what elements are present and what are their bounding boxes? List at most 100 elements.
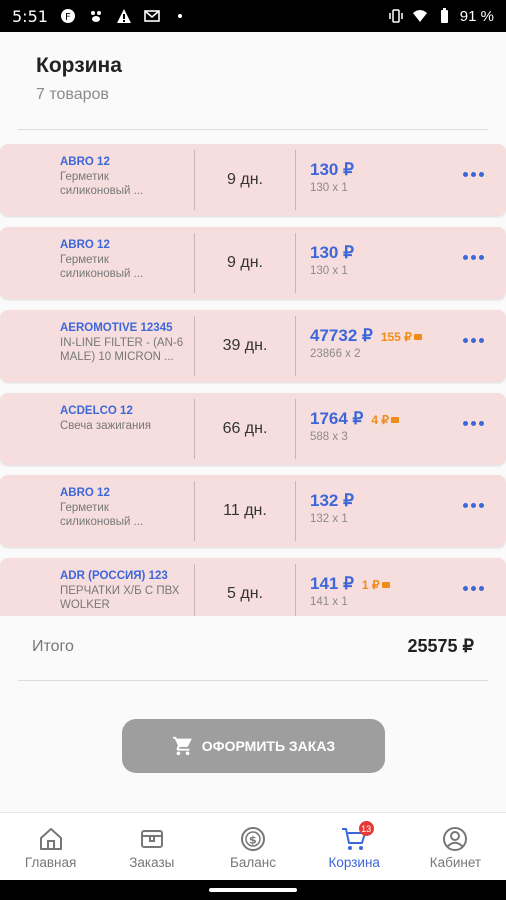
item-brand: ABRO 12 (60, 487, 110, 499)
cart-list[interactable]: ABRO 12 Герметик силиконовый ... 9 дн. 1… (0, 140, 506, 616)
battery-level: 91 % (459, 7, 494, 25)
tab-label: Корзина (328, 855, 380, 870)
column-separator (194, 399, 195, 459)
home-gesture-handle[interactable] (209, 888, 297, 892)
item-bonus: 1 ₽ (362, 578, 390, 592)
item-bonus: 155 ₽ (381, 330, 422, 344)
item-brand: ABRO 12 (60, 239, 110, 251)
column-separator (194, 150, 195, 210)
item-description: ПЕРЧАТКИ Х/Б С ПВХ (60, 585, 180, 597)
system-navigation-bar (0, 880, 506, 900)
more-options-icon[interactable] (463, 503, 484, 508)
tab-label: Заказы (129, 855, 175, 870)
item-delivery-days: 9 дн. (227, 254, 263, 271)
paw-notification-icon (90, 11, 101, 22)
column-separator (194, 564, 195, 616)
item-quantity: 141 x 1 (310, 596, 348, 608)
checkout-button[interactable]: ОФОРМИТЬ ЗАКАЗ (122, 719, 385, 773)
status-time: 5:51 (12, 6, 48, 26)
item-description: Герметик (60, 502, 109, 514)
divider (18, 129, 488, 130)
cart-item[interactable]: ABRO 12 Герметик силиконовый ... 9 дн. 1… (0, 144, 506, 216)
item-quantity: 130 x 1 (310, 182, 348, 194)
column-separator (194, 233, 195, 293)
item-description: WOLKER (60, 599, 110, 611)
item-description: IN-LINE FILTER - (AN-6 (60, 337, 184, 349)
item-delivery-days: 9 дн. (227, 171, 263, 188)
battery-icon (440, 8, 448, 23)
divider (18, 680, 488, 681)
item-brand: ADR (РОССИЯ) 123 (60, 570, 168, 582)
item-quantity: 132 x 1 (310, 513, 348, 525)
item-delivery-days: 39 дн. (222, 337, 268, 354)
total-value: 25575 ₽ (407, 636, 474, 656)
item-quantity: 23866 x 2 (310, 348, 361, 360)
tab-profile[interactable]: Кабинет (405, 813, 506, 880)
column-separator (194, 316, 195, 376)
more-options-icon[interactable] (463, 586, 484, 591)
bonus-wallet-icon (413, 334, 422, 340)
wifi-icon (412, 10, 427, 22)
item-price: 141 ₽ (310, 574, 354, 593)
item-delivery-days: 11 дн. (223, 502, 267, 519)
item-price: 132 ₽ (310, 491, 354, 510)
item-description: Герметик (60, 171, 109, 183)
profile-icon (443, 827, 468, 851)
item-delivery-days: 66 дн. (222, 420, 268, 437)
status-bar: 5:51 F 91 % (0, 0, 506, 32)
bottom-tab-bar: Главная Заказы $ Баланс 13 Корзина Кабин… (0, 812, 506, 880)
column-separator (295, 399, 296, 459)
vibrate-icon (389, 9, 403, 23)
cart-icon (172, 736, 192, 756)
app-notification-icon: F (60, 9, 75, 23)
item-price: 1764 ₽ (310, 409, 364, 428)
cart-item[interactable]: ABRO 12 Герметик силиконовый ... 11 дн. … (0, 475, 506, 547)
tab-balance[interactable]: $ Баланс (202, 813, 303, 880)
column-separator (295, 481, 296, 541)
tab-label: Баланс (230, 855, 276, 870)
column-separator (295, 150, 296, 210)
item-brand: AEROMOTIVE 12345 (60, 322, 173, 334)
more-options-icon[interactable] (463, 172, 484, 177)
cart-item[interactable]: AEROMOTIVE 12345 IN-LINE FILTER - (AN-6 … (0, 310, 506, 382)
items-count: 7 товаров (36, 86, 109, 103)
balance-icon: $ (241, 827, 265, 851)
item-brand: ACDELCO 12 (60, 405, 133, 417)
home-icon (39, 828, 62, 850)
item-description: Герметик (60, 254, 109, 266)
item-price: 130 ₽ (310, 243, 354, 262)
page-title: Корзина (36, 54, 122, 77)
item-description: Свеча зажигания (60, 420, 152, 432)
tab-label: Главная (24, 855, 77, 870)
bonus-wallet-icon (381, 582, 390, 588)
cart-badge: 13 (358, 821, 374, 836)
item-price: 130 ₽ (310, 160, 354, 179)
svg-text:$: $ (249, 834, 257, 847)
item-price: 47732 ₽ (310, 326, 373, 345)
item-description: силиконовый ... (60, 268, 144, 280)
item-description: MALE) 10 MICRON ... (60, 351, 174, 363)
warning-icon (116, 9, 131, 23)
tab-cart[interactable]: 13 Корзина (304, 813, 405, 880)
item-description: силиконовый ... (60, 516, 144, 528)
column-separator (295, 233, 296, 293)
tab-orders[interactable]: Заказы (101, 813, 202, 880)
more-options-icon[interactable] (463, 255, 484, 260)
checkout-label: ОФОРМИТЬ ЗАКАЗ (201, 738, 336, 754)
bonus-wallet-icon (391, 417, 400, 423)
total-label: Итого (32, 638, 74, 655)
orders-icon (140, 830, 163, 848)
cart-item[interactable]: ABRO 12 Герметик силиконовый ... 9 дн. 1… (0, 227, 506, 299)
column-separator (194, 481, 195, 541)
tab-home[interactable]: Главная (0, 813, 101, 880)
cart-item[interactable]: ADR (РОССИЯ) 123 ПЕРЧАТКИ Х/Б С ПВХ WOLK… (0, 558, 506, 616)
more-options-icon[interactable] (463, 421, 484, 426)
cart-item[interactable]: ACDELCO 12 Свеча зажигания 66 дн. 1764 ₽… (0, 393, 506, 465)
svg-text:F: F (65, 12, 71, 23)
item-bonus: 4 ₽ (371, 413, 400, 427)
tab-label: Кабинет (429, 855, 482, 870)
cart-header: Корзина 7 товаров (0, 32, 506, 132)
more-options-icon[interactable] (463, 338, 484, 343)
item-delivery-days: 5 дн. (227, 585, 263, 602)
column-separator (295, 564, 296, 616)
